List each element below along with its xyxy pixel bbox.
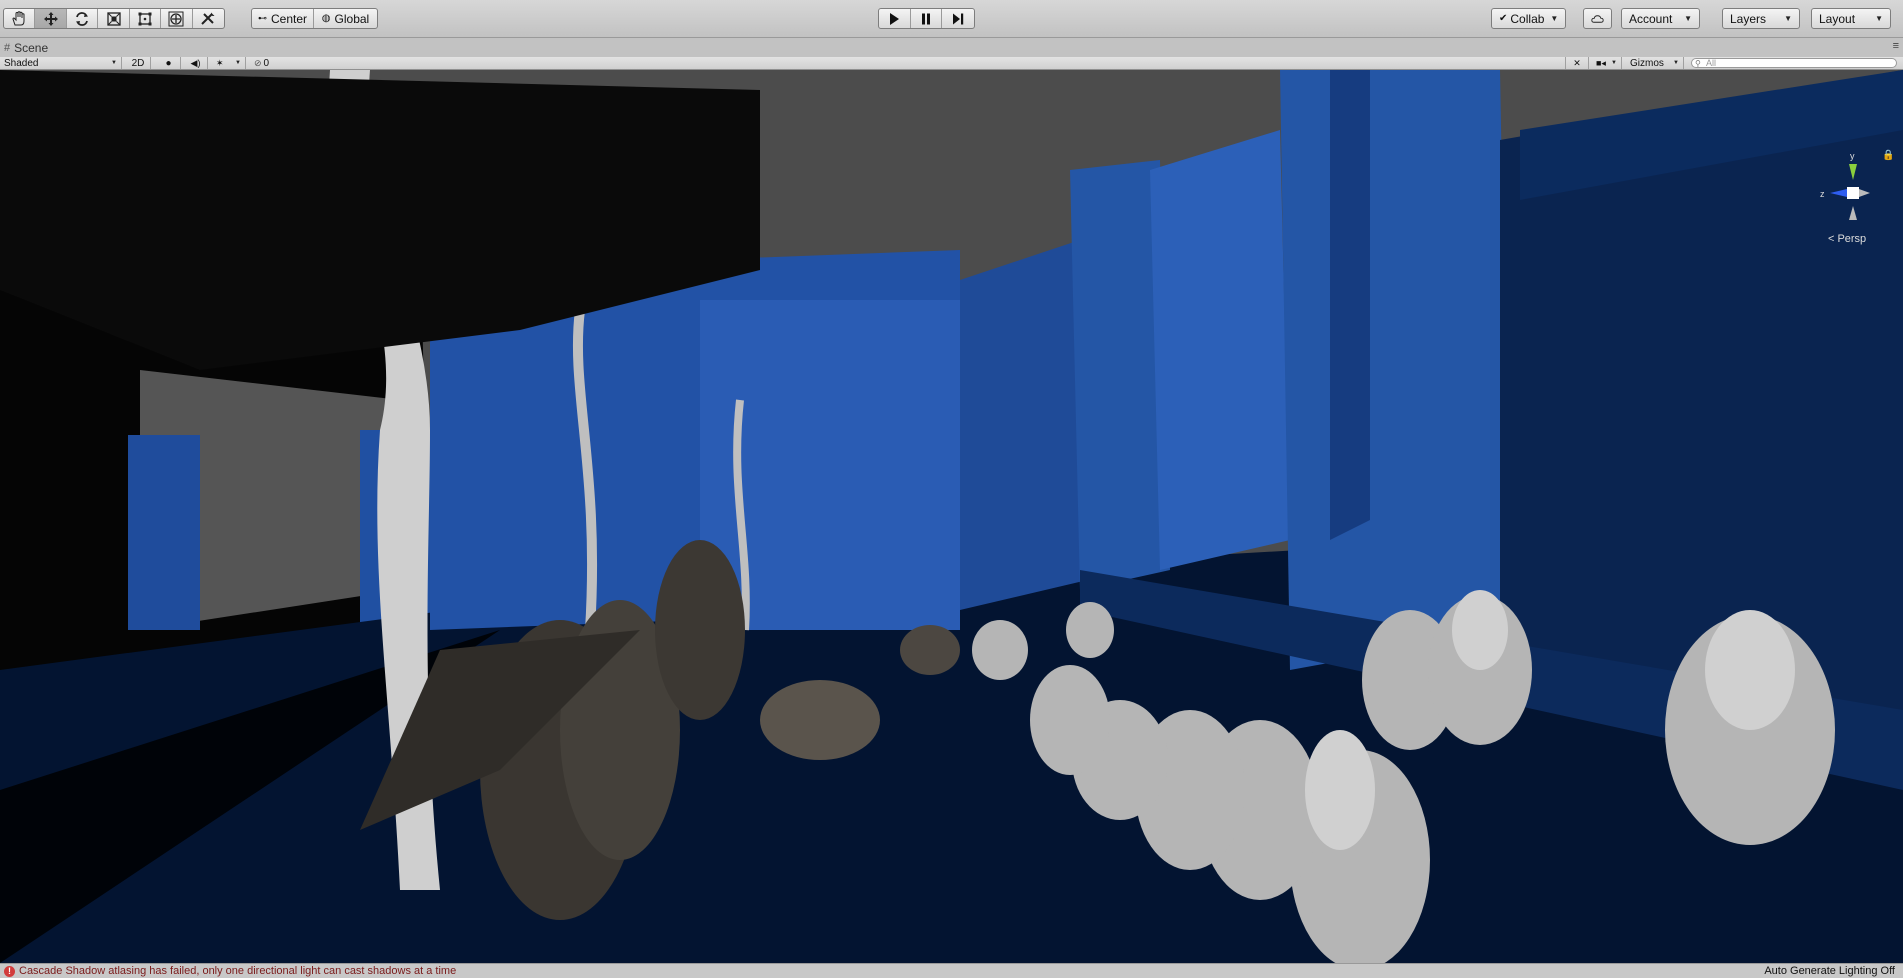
scene-render bbox=[0, 70, 1903, 963]
pivot-global-button[interactable]: ◍ Global bbox=[314, 9, 377, 28]
tab-menu-icon[interactable]: ≡ bbox=[1893, 40, 1899, 52]
gizmo-z-label: z bbox=[1820, 189, 1825, 199]
hidden-count: 0 bbox=[263, 57, 270, 69]
step-icon bbox=[953, 13, 964, 24]
projection-toggle[interactable]: < Persp bbox=[1828, 233, 1866, 245]
transform-tool-button[interactable] bbox=[161, 9, 193, 28]
rotate-tool-button[interactable] bbox=[67, 9, 99, 28]
move-tool-button[interactable] bbox=[35, 9, 67, 28]
hand-icon bbox=[12, 10, 25, 25]
gizmo-y-cone[interactable] bbox=[1849, 164, 1857, 180]
collab-label: Collab bbox=[1510, 11, 1545, 26]
pivot-icon: ⊷ bbox=[258, 13, 267, 23]
projection-label: Persp bbox=[1837, 233, 1867, 245]
effects-icon: ✶ bbox=[216, 57, 224, 68]
cloud-icon bbox=[1591, 14, 1604, 23]
custom-tool-button[interactable] bbox=[193, 9, 224, 28]
lighting-toggle[interactable]: ● bbox=[157, 57, 181, 69]
audio-toggle[interactable]: ◀) bbox=[184, 57, 208, 69]
console-message-text: Cascade Shadow atlasing has failed, only… bbox=[19, 965, 457, 977]
gizmo-down-cone[interactable] bbox=[1849, 206, 1857, 220]
orientation-gizmo[interactable]: y z bbox=[1800, 150, 1870, 220]
camera-icon: ■◂ bbox=[1596, 57, 1606, 68]
chevron-down-icon: ▼ bbox=[1784, 14, 1792, 23]
pause-button[interactable] bbox=[911, 9, 943, 28]
chevron-left-icon: < bbox=[1828, 233, 1835, 245]
move-icon bbox=[43, 11, 58, 26]
transform-icon bbox=[168, 11, 184, 26]
lightbulb-icon: ● bbox=[165, 57, 172, 69]
gizmo-x-cone[interactable] bbox=[1859, 189, 1870, 197]
account-dropdown[interactable]: Account ▼ bbox=[1621, 8, 1700, 29]
gizmo-center-cube[interactable] bbox=[1847, 187, 1859, 199]
mode-2d-label: 2D bbox=[131, 57, 145, 69]
rotate-icon bbox=[76, 11, 89, 26]
chevron-down-icon: ▼ bbox=[235, 60, 241, 66]
pivot-center-button[interactable]: ⊷ Center bbox=[252, 9, 315, 28]
mode-2d-toggle[interactable]: 2D bbox=[126, 57, 151, 69]
pivot-global-label: Global bbox=[334, 11, 370, 26]
chevron-down-icon: ▼ bbox=[1673, 60, 1679, 66]
pivot-center-label: Center bbox=[271, 11, 308, 26]
layers-label: Layers bbox=[1730, 11, 1767, 26]
scale-tool-button[interactable] bbox=[98, 9, 130, 28]
layers-dropdown[interactable]: Layers ▼ bbox=[1722, 8, 1800, 29]
tools-icon bbox=[201, 12, 215, 25]
chevron-down-icon: ▼ bbox=[111, 60, 117, 66]
scale-icon bbox=[106, 11, 121, 26]
check-icon: ✔ bbox=[1499, 13, 1508, 24]
error-icon: ! bbox=[4, 965, 15, 977]
layout-dropdown[interactable]: Layout ▼ bbox=[1811, 8, 1891, 29]
chevron-down-icon: ▼ bbox=[1875, 14, 1883, 23]
tab-scene[interactable]: # Scene bbox=[4, 39, 48, 57]
scene-view-bar: Shaded ▼ 2D ● ◀) ✶ ▼ ⊘ 0 ✕ ■◂ ▼ Gizmos ▼… bbox=[0, 57, 1903, 70]
gizmo-z-cone[interactable] bbox=[1830, 189, 1847, 197]
tab-scene-label: Scene bbox=[14, 41, 49, 55]
tab-bar: # Scene ≡ bbox=[0, 38, 1903, 57]
lock-icon[interactable]: 🔒 bbox=[1882, 150, 1894, 161]
transform-tools bbox=[3, 8, 225, 29]
collab-dropdown[interactable]: ✔ Collab ▼ bbox=[1491, 8, 1566, 29]
search-placeholder: All bbox=[1706, 58, 1717, 68]
rect-transform-icon bbox=[138, 12, 152, 25]
chevron-down-icon: ▼ bbox=[1611, 60, 1617, 66]
hand-tool-button[interactable] bbox=[4, 9, 36, 28]
step-button[interactable] bbox=[942, 9, 974, 28]
tools-icon: ✕ bbox=[1573, 57, 1581, 68]
search-icon: ⚲ bbox=[1695, 59, 1701, 68]
search-input[interactable]: ⚲ All bbox=[1691, 58, 1897, 68]
camera-dropdown[interactable]: ■◂ ▼ bbox=[1592, 57, 1622, 69]
cloud-button[interactable] bbox=[1583, 8, 1612, 29]
draw-mode-label: Shaded bbox=[4, 57, 39, 69]
main-toolbar: ⊷ Center ◍ Global ✔ Collab ▼ Account ▼ L… bbox=[0, 0, 1903, 38]
hidden-eye-icon: ⊘ bbox=[254, 57, 262, 68]
rect-tool-button[interactable] bbox=[130, 9, 162, 28]
chevron-down-icon: ▼ bbox=[1684, 14, 1692, 23]
playback-controls bbox=[878, 8, 975, 29]
layout-label: Layout bbox=[1819, 11, 1856, 26]
globe-icon: ◍ bbox=[321, 13, 331, 24]
gizmo-y-label: y bbox=[1850, 151, 1855, 161]
effects-dropdown[interactable]: ✶ ▼ bbox=[212, 57, 246, 69]
scene-tools-button[interactable]: ✕ bbox=[1565, 57, 1589, 69]
pivot-toggles: ⊷ Center ◍ Global bbox=[251, 8, 378, 29]
draw-mode-dropdown[interactable]: Shaded ▼ bbox=[0, 57, 122, 69]
gizmos-dropdown[interactable]: Gizmos ▼ bbox=[1626, 57, 1684, 69]
play-button[interactable] bbox=[879, 9, 911, 28]
gizmos-label: Gizmos bbox=[1630, 57, 1664, 69]
play-icon bbox=[890, 12, 900, 25]
lighting-status: Auto Generate Lighting Off bbox=[1764, 965, 1895, 977]
grid-icon: # bbox=[4, 42, 11, 54]
status-bar: ! Cascade Shadow atlasing has failed, on… bbox=[0, 963, 1903, 978]
account-label: Account bbox=[1629, 11, 1673, 26]
pause-icon bbox=[922, 13, 930, 24]
scene-viewport[interactable]: y z 🔒 < Persp bbox=[0, 70, 1903, 963]
hidden-objects-toggle[interactable]: ⊘ 0 bbox=[250, 57, 282, 69]
chevron-down-icon: ▼ bbox=[1550, 14, 1559, 23]
speaker-icon: ◀) bbox=[190, 57, 201, 68]
console-message[interactable]: ! Cascade Shadow atlasing has failed, on… bbox=[4, 965, 456, 977]
